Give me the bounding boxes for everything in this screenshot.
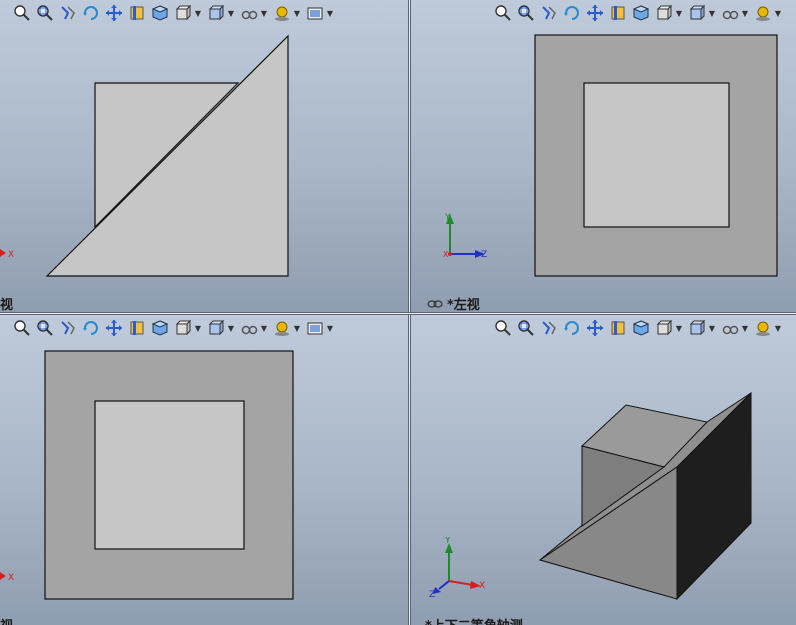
viewport-front[interactable]: ▼ ▼ ▼ ▼ ▼ X 视 [0,0,408,312]
link-views-icon[interactable] [427,299,443,309]
viewport-top[interactable]: ▼ ▼ ▼ ▼ ▼ X 视 [0,315,408,625]
viewport-splitter-horizontal[interactable] [0,312,796,315]
wedge-face [45,34,289,277]
triad-y-label: Y [444,537,451,546]
view-label: 视 [0,615,13,625]
front-view-geometry [45,34,289,277]
triad-y-label: Y [444,213,451,223]
view-label: *左视 [427,294,480,312]
inner-face [583,82,730,228]
triad-x-label: X [443,250,449,259]
triad-x-label: X [8,573,14,583]
triad-z-label: Z [481,250,487,260]
triad-dimetric: Y X Z [429,537,485,597]
view-label: 视 [0,298,14,312]
triad-left-view: Y Z X [443,213,487,260]
triad-partial: X [0,249,14,260]
viewport-left[interactable]: ▼ ▼ ▼ ▼ Y Z X *左视 [411,0,796,312]
left-view-geometry [534,34,778,277]
top-view-geometry [44,350,294,600]
triad-x-label: X [8,250,14,260]
view-label: *上下二等角轴测 [425,615,523,625]
triad-z-label: Z [429,590,435,597]
viewport-dimetric[interactable]: ▼ ▼ ▼ ▼ Y X Z *上下二等角轴测 [411,315,796,625]
inner-face [94,400,245,550]
triad-x-label: X [479,581,485,591]
triad-partial: X [0,572,14,583]
